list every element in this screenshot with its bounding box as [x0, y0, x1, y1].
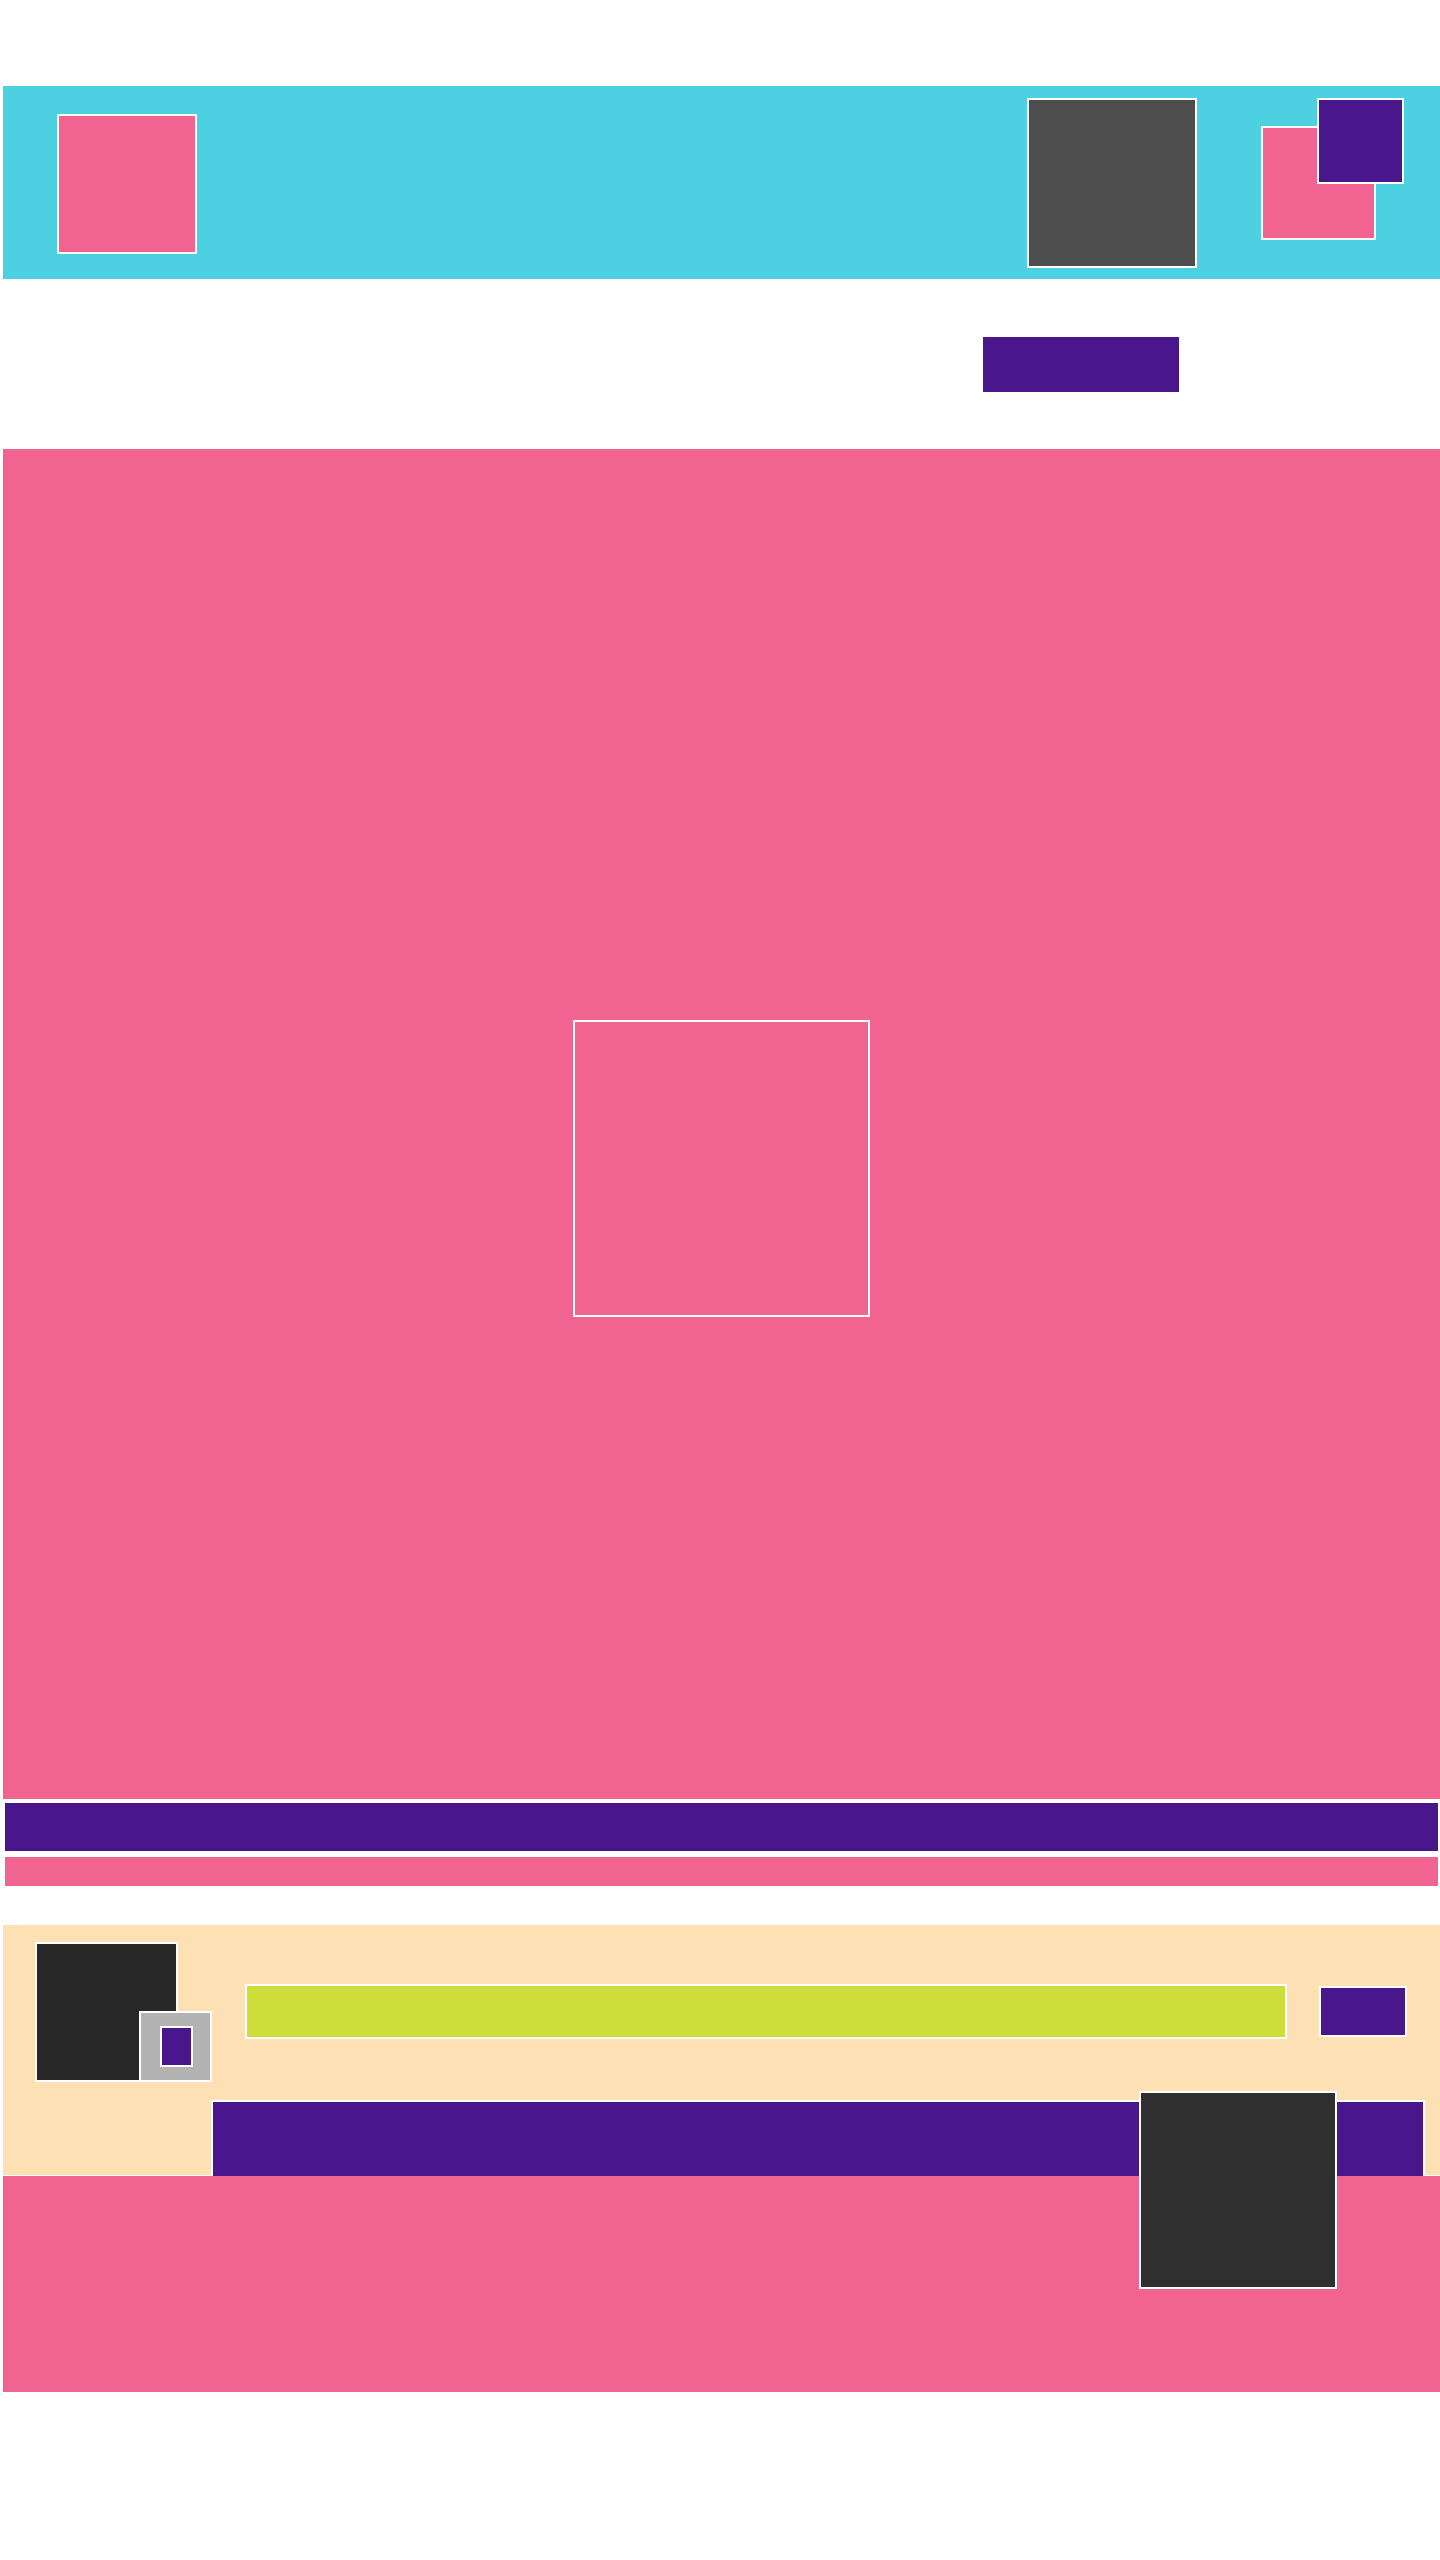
send-button[interactable]: [1319, 1986, 1407, 2037]
image-frame-icon[interactable]: [573, 1020, 870, 1317]
hero-band: [3, 1801, 1440, 1853]
logo-icon[interactable]: [57, 114, 197, 254]
status-dot-icon: [160, 2026, 193, 2067]
hero-strip: [3, 1855, 1440, 1888]
header-bar: [3, 86, 1440, 279]
toolbar-tile-icon[interactable]: [1027, 98, 1197, 268]
message-input[interactable]: [245, 1984, 1287, 2039]
footer-tile-icon[interactable]: [1139, 2091, 1337, 2289]
action-button[interactable]: [983, 337, 1179, 392]
stacked-squares-front-icon[interactable]: [1317, 98, 1404, 184]
